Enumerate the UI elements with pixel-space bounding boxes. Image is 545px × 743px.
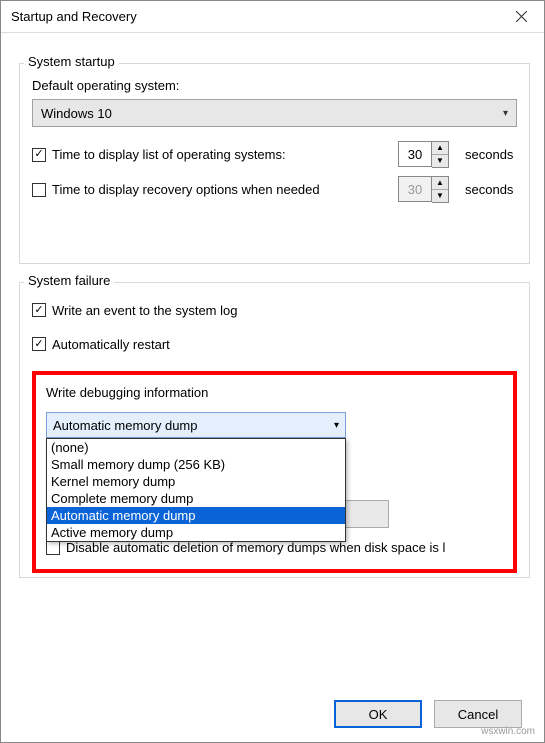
- window-title: Startup and Recovery: [11, 9, 137, 24]
- chevron-down-icon[interactable]: ▼: [432, 155, 448, 168]
- debug-option-automatic[interactable]: Automatic memory dump: [47, 507, 345, 524]
- display-list-label: Time to display list of operating system…: [52, 147, 286, 162]
- display-recovery-checkbox[interactable]: [32, 183, 46, 197]
- spinner-buttons[interactable]: ▲▼: [432, 141, 449, 168]
- dialog-window: Startup and Recovery System startup Defa…: [0, 0, 545, 743]
- write-event-row: Write an event to the system log: [32, 297, 517, 323]
- auto-restart-row: Automatically restart: [32, 331, 517, 357]
- system-failure-label: System failure: [24, 273, 114, 288]
- debug-dropdown-list[interactable]: (none) Small memory dump (256 KB) Kernel…: [46, 438, 346, 542]
- auto-restart-label: Automatically restart: [52, 337, 170, 352]
- display-list-spinner[interactable]: ▲▼: [398, 141, 449, 168]
- debug-option-complete[interactable]: Complete memory dump: [47, 490, 345, 507]
- dialog-content: System startup Default operating system:…: [1, 33, 544, 686]
- ok-button[interactable]: OK: [334, 700, 422, 728]
- chevron-up-icon[interactable]: ▲: [432, 142, 448, 155]
- display-recovery-value: [398, 176, 432, 202]
- debug-option-active[interactable]: Active memory dump: [47, 524, 345, 541]
- debug-option-kernel[interactable]: Kernel memory dump: [47, 473, 345, 490]
- default-os-value: Windows 10: [41, 106, 112, 121]
- dialog-buttons: OK Cancel: [1, 686, 544, 742]
- disable-deletion-row: Disable automatic deletion of memory dum…: [46, 540, 503, 555]
- auto-restart-checkbox[interactable]: [32, 337, 46, 351]
- system-startup-group: System startup Default operating system:…: [19, 63, 530, 264]
- cancel-button[interactable]: Cancel: [434, 700, 522, 728]
- display-list-checkbox[interactable]: [32, 148, 46, 162]
- chevron-down-icon: ▾: [334, 420, 339, 431]
- write-event-checkbox[interactable]: [32, 303, 46, 317]
- display-list-unit: seconds: [465, 147, 517, 162]
- debug-dropdown-wrap: Automatic memory dump ▾ (none) Small mem…: [46, 412, 503, 438]
- display-recovery-unit: seconds: [465, 182, 517, 197]
- disable-deletion-label: Disable automatic deletion of memory dum…: [66, 540, 445, 555]
- display-recovery-row: Time to display recovery options when ne…: [32, 176, 517, 203]
- debug-option-none[interactable]: (none): [47, 439, 345, 456]
- default-os-label: Default operating system:: [32, 78, 517, 93]
- write-event-label: Write an event to the system log: [52, 303, 237, 318]
- chevron-down-icon: ▼: [432, 190, 448, 203]
- close-icon: [516, 11, 527, 22]
- display-list-value[interactable]: [398, 141, 432, 167]
- display-recovery-label: Time to display recovery options when ne…: [52, 182, 320, 197]
- display-recovery-spinner: ▲▼: [398, 176, 449, 203]
- titlebar: Startup and Recovery: [1, 1, 544, 33]
- default-os-select[interactable]: Windows 10 ▾: [32, 99, 517, 127]
- debug-highlight: Write debugging information Automatic me…: [32, 371, 517, 573]
- watermark: wsxwin.com: [481, 726, 535, 737]
- obscured-button[interactable]: [344, 500, 389, 528]
- spinner-buttons: ▲▼: [432, 176, 449, 203]
- debug-option-small[interactable]: Small memory dump (256 KB): [47, 456, 345, 473]
- system-startup-label: System startup: [24, 54, 119, 69]
- chevron-down-icon: ▾: [503, 108, 508, 119]
- debug-dropdown[interactable]: Automatic memory dump ▾: [46, 412, 346, 438]
- close-button[interactable]: [498, 1, 544, 33]
- disable-deletion-checkbox[interactable]: [46, 541, 60, 555]
- chevron-up-icon: ▲: [432, 177, 448, 190]
- debug-dropdown-value: Automatic memory dump: [53, 418, 198, 433]
- debug-group-label: Write debugging information: [46, 385, 208, 400]
- display-list-row: Time to display list of operating system…: [32, 141, 517, 168]
- system-failure-group: System failure Write an event to the sys…: [19, 282, 530, 578]
